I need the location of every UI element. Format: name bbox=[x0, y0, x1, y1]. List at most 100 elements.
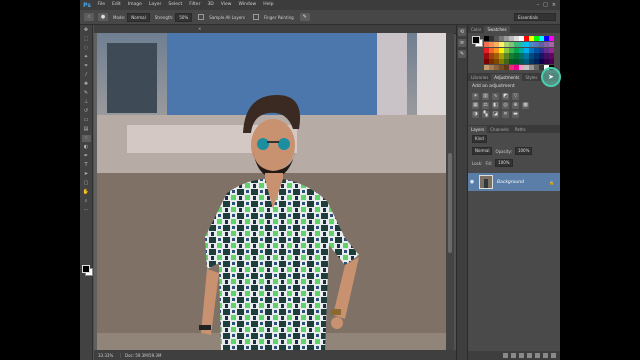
dodge-tool-icon[interactable]: ◐ bbox=[82, 144, 91, 151]
vibrance-icon[interactable]: ▽ bbox=[512, 93, 519, 100]
group-icon[interactable] bbox=[535, 353, 540, 358]
swatch-cell[interactable] bbox=[489, 64, 494, 70]
swatch-cell[interactable] bbox=[514, 64, 519, 70]
swatch-cell[interactable] bbox=[509, 64, 514, 70]
swatch-cell[interactable] bbox=[514, 59, 519, 65]
swatch-cell[interactable] bbox=[539, 59, 544, 65]
swatch-cell[interactable] bbox=[494, 47, 499, 53]
swatch-cell[interactable] bbox=[519, 64, 524, 70]
swatch-cell[interactable] bbox=[484, 59, 489, 65]
panel-foreground-swatch[interactable] bbox=[472, 36, 480, 44]
swatch-cell[interactable] bbox=[524, 53, 529, 59]
swatch-cell[interactable] bbox=[519, 53, 524, 59]
swatch-cell[interactable] bbox=[509, 36, 514, 42]
strength-field[interactable]: 50% bbox=[175, 12, 193, 22]
swatch-cell[interactable] bbox=[539, 47, 544, 53]
swatch-cell[interactable] bbox=[529, 64, 534, 70]
swatch-cell[interactable] bbox=[539, 36, 544, 42]
hue-saturation-icon[interactable]: ▦ bbox=[472, 102, 479, 109]
swatch-cell[interactable] bbox=[539, 53, 544, 59]
tab-styles[interactable]: Styles bbox=[522, 74, 540, 81]
swatch-cell[interactable] bbox=[509, 41, 514, 47]
swatch-cell[interactable] bbox=[549, 59, 554, 65]
tab-libraries[interactable]: Libraries bbox=[468, 74, 491, 81]
swatch-cell[interactable] bbox=[534, 59, 539, 65]
swatch-cell[interactable] bbox=[489, 53, 494, 59]
swatch-cell[interactable] bbox=[524, 64, 529, 70]
tab-layers[interactable]: Layers bbox=[468, 126, 488, 133]
swatch-cell[interactable] bbox=[489, 36, 494, 42]
swatch-cell[interactable] bbox=[534, 36, 539, 42]
invert-icon[interactable]: ◑ bbox=[472, 111, 479, 118]
channel-mixer-icon[interactable]: ⊕ bbox=[512, 102, 519, 109]
menu-layer[interactable]: Layer bbox=[145, 0, 165, 10]
swatch-cell[interactable] bbox=[539, 41, 544, 47]
swatch-cell[interactable] bbox=[494, 53, 499, 59]
menu-file[interactable]: File bbox=[94, 0, 109, 10]
swatch-cell[interactable] bbox=[514, 53, 519, 59]
workspace-select[interactable]: Essentials bbox=[514, 13, 556, 21]
swatch-cell[interactable] bbox=[544, 41, 549, 47]
menu-image[interactable]: Image bbox=[124, 0, 145, 10]
swatch-cell[interactable] bbox=[509, 53, 514, 59]
swatch-cell[interactable] bbox=[514, 47, 519, 53]
swatch-cell[interactable] bbox=[529, 53, 534, 59]
zoom-tool-icon[interactable]: ⌕ bbox=[82, 198, 91, 205]
swatch-cell[interactable] bbox=[489, 47, 494, 53]
minimize-icon[interactable]: – bbox=[537, 2, 540, 8]
more-tools-icon[interactable]: ⋯ bbox=[82, 207, 91, 214]
swatch-cell[interactable] bbox=[524, 41, 529, 47]
marquee-tool-icon[interactable]: ⬚ bbox=[82, 36, 91, 43]
mode-select[interactable]: Normal bbox=[127, 12, 150, 22]
tab-swatches[interactable]: Swatches bbox=[484, 26, 510, 33]
history-icon[interactable]: ⟲ bbox=[458, 28, 466, 36]
swatch-cell[interactable] bbox=[504, 41, 509, 47]
delete-layer-icon[interactable] bbox=[551, 353, 556, 358]
lasso-tool-icon[interactable]: ◌ bbox=[82, 45, 91, 52]
eye-icon[interactable]: ◉ bbox=[468, 179, 476, 185]
swatch-cell[interactable] bbox=[544, 59, 549, 65]
history-brush-tool-icon[interactable]: ↺ bbox=[82, 108, 91, 115]
curves-icon[interactable]: ∿ bbox=[492, 93, 499, 100]
tab-color[interactable]: Color bbox=[468, 26, 484, 33]
swatch-cell[interactable] bbox=[519, 59, 524, 65]
swatch-cell[interactable] bbox=[544, 53, 549, 59]
menu-window[interactable]: Window bbox=[235, 0, 260, 10]
pressure-icon[interactable]: ✎ bbox=[299, 13, 310, 21]
swatch-cell[interactable] bbox=[514, 41, 519, 47]
menu-help[interactable]: Help bbox=[260, 0, 277, 10]
close-document-icon[interactable]: × bbox=[194, 25, 201, 33]
menu-view[interactable]: View bbox=[217, 0, 235, 10]
levels-icon[interactable]: ▥ bbox=[482, 93, 489, 100]
swatch-cell[interactable] bbox=[489, 59, 494, 65]
zoom-level[interactable]: 33.33% bbox=[94, 352, 121, 358]
new-layer-icon[interactable] bbox=[543, 353, 548, 358]
swatch-cell[interactable] bbox=[489, 41, 494, 47]
vertical-scrollbar[interactable] bbox=[446, 33, 454, 350]
eyedropper-tool-icon[interactable]: ⁄ bbox=[82, 72, 91, 79]
swatch-cell[interactable] bbox=[494, 36, 499, 42]
swatch-cell[interactable] bbox=[504, 36, 509, 42]
scrollbar-thumb[interactable] bbox=[448, 153, 452, 253]
swatch-cell[interactable] bbox=[534, 47, 539, 53]
finger-painting-checkbox[interactable] bbox=[253, 14, 260, 20]
swatch-cell[interactable] bbox=[499, 36, 504, 42]
maximize-icon[interactable]: □ bbox=[543, 2, 548, 8]
swatch-cell[interactable] bbox=[529, 59, 534, 65]
swatch-cell[interactable] bbox=[509, 59, 514, 65]
healing-tool-icon[interactable]: ✚ bbox=[82, 81, 91, 88]
tab-channels[interactable]: Channels bbox=[487, 126, 512, 133]
adjustment-layer-icon[interactable] bbox=[527, 353, 532, 358]
color-balance-icon[interactable]: ⚖ bbox=[482, 102, 489, 109]
gradient-tool-icon[interactable]: ▤ bbox=[82, 126, 91, 133]
mask-icon[interactable] bbox=[519, 353, 524, 358]
gradient-map-icon[interactable]: ▬ bbox=[512, 111, 519, 118]
swatch-cell[interactable] bbox=[494, 41, 499, 47]
swatch-cell[interactable] bbox=[484, 47, 489, 53]
photo-filter-icon[interactable]: ◎ bbox=[502, 102, 509, 109]
brightness-icon[interactable]: ☀ bbox=[472, 93, 479, 100]
type-tool-icon[interactable]: T bbox=[82, 162, 91, 169]
swatch-cell[interactable] bbox=[499, 47, 504, 53]
swatch-cell[interactable] bbox=[549, 47, 554, 53]
menu-3d[interactable]: 3D bbox=[204, 0, 217, 10]
